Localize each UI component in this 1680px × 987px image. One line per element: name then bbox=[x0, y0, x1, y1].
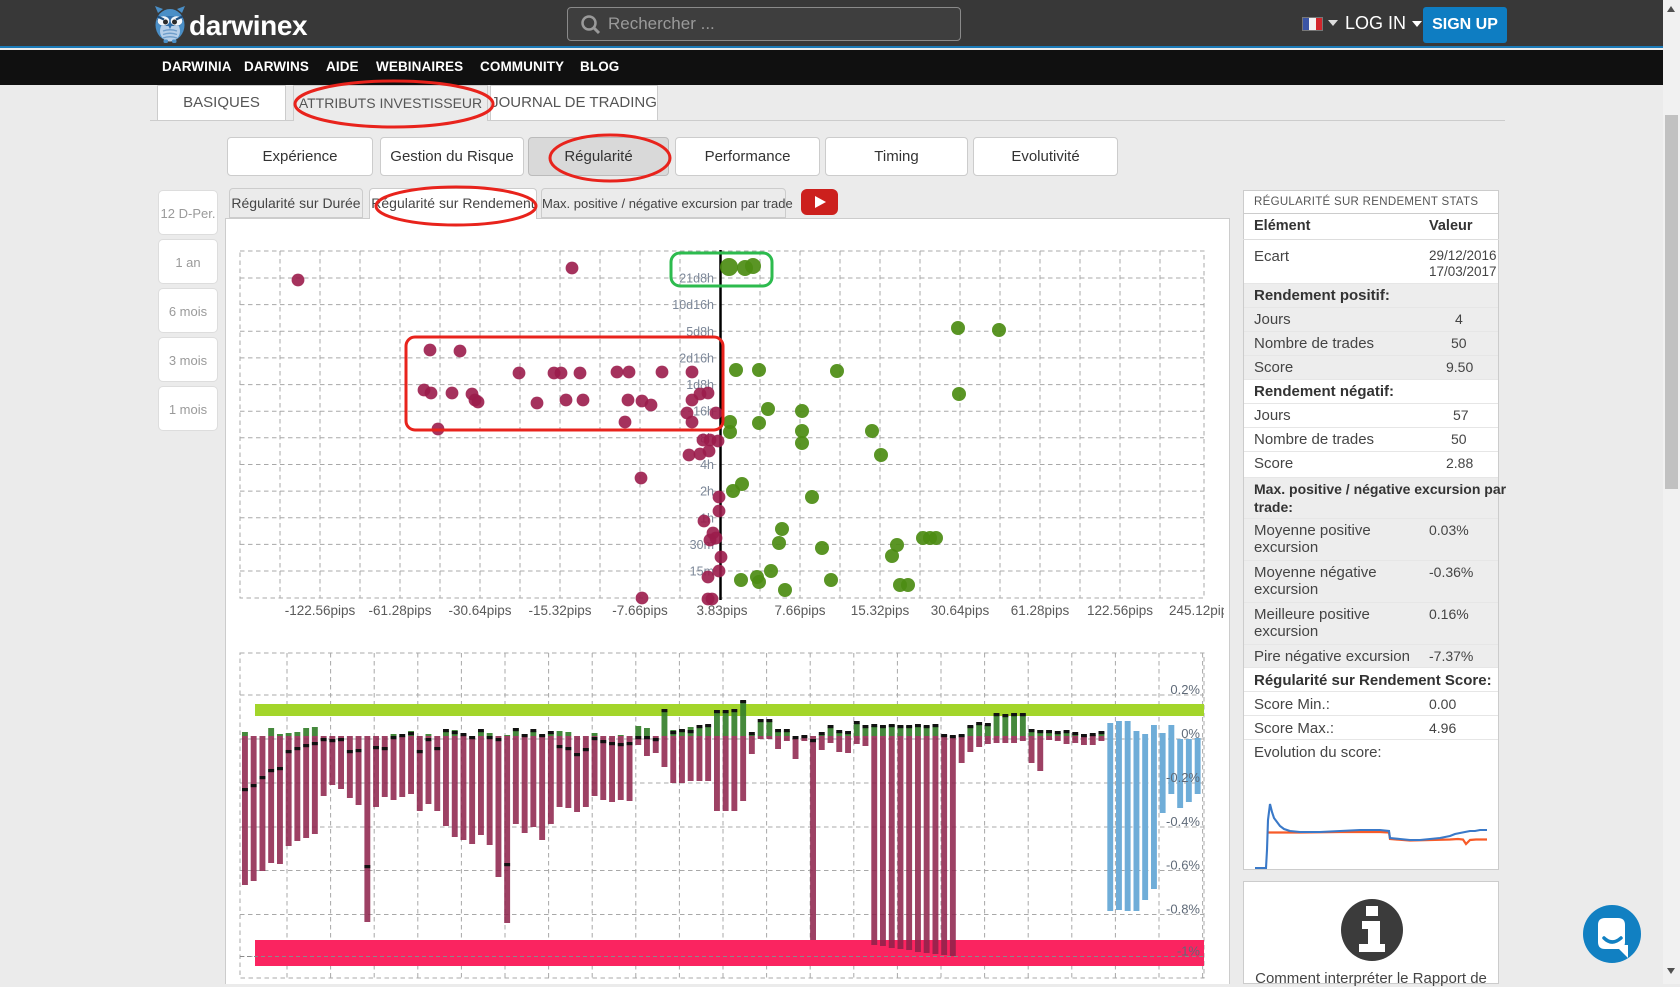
svg-text:2h: 2h bbox=[700, 485, 714, 499]
svg-text:-0.8%: -0.8% bbox=[1166, 902, 1200, 917]
svg-text:4h: 4h bbox=[700, 458, 714, 472]
svg-text:7.66pips: 7.66pips bbox=[774, 603, 825, 618]
svg-text:2d16h: 2d16h bbox=[679, 351, 714, 365]
svg-text:-122.56pips: -122.56pips bbox=[285, 603, 356, 618]
svg-text:-30.64pips: -30.64pips bbox=[448, 603, 511, 618]
svg-text:10d16h: 10d16h bbox=[672, 298, 714, 312]
svg-text:0.2%: 0.2% bbox=[1170, 682, 1200, 697]
svg-text:30.64pips: 30.64pips bbox=[931, 603, 990, 618]
svg-text:-0.6%: -0.6% bbox=[1166, 858, 1200, 873]
svg-text:3.83pips: 3.83pips bbox=[696, 603, 747, 618]
svg-text:15.32pips: 15.32pips bbox=[851, 603, 910, 618]
svg-text:122.56pips: 122.56pips bbox=[1087, 603, 1153, 618]
svg-text:0%: 0% bbox=[1181, 726, 1200, 741]
svg-text:245.12pips: 245.12pips bbox=[1169, 603, 1224, 618]
svg-text:-1%: -1% bbox=[1177, 944, 1201, 959]
svg-text:-0.4%: -0.4% bbox=[1166, 814, 1200, 829]
svg-text:-15.32pips: -15.32pips bbox=[528, 603, 591, 618]
svg-text:21d8h: 21d8h bbox=[679, 272, 714, 286]
svg-text:-0.2%: -0.2% bbox=[1166, 770, 1200, 785]
svg-text:-7.66pips: -7.66pips bbox=[612, 603, 668, 618]
svg-text:-61.28pips: -61.28pips bbox=[368, 603, 431, 618]
svg-text:61.28pips: 61.28pips bbox=[1011, 603, 1070, 618]
